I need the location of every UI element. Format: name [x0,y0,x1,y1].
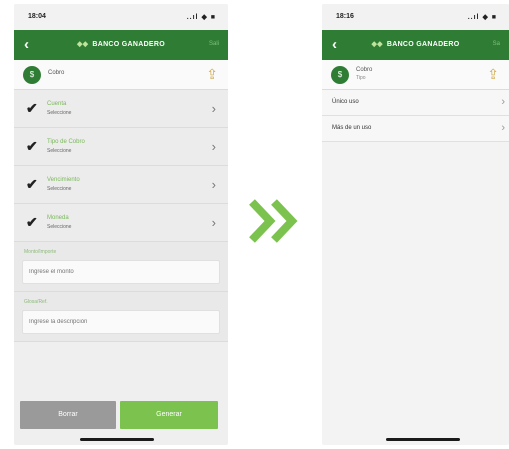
section-title: Cobro [356,67,373,73]
row-label: Cuenta [47,101,67,107]
logo-text: BANCO GANADERO [92,41,166,48]
row-label: Vencimiento [47,177,80,183]
chevron-right-icon: › [211,177,216,192]
clear-button[interactable]: Borrar [20,401,116,429]
row-value: Seleccione [47,186,72,192]
section-header: $ Cobro ⇪ [14,60,228,90]
check-icon: ✔ [26,176,38,192]
chevron-right-icon: › [211,139,216,154]
select-row-vencimiento[interactable]: ✔ Vencimiento Seleccione › [14,166,228,204]
status-time: 18:04 [28,13,46,20]
row-label: Moneda [47,215,69,221]
section-header: $ Cobro Tipo ⇪ [322,60,509,90]
generate-button[interactable]: Generar [120,401,218,429]
chevron-right-icon: › [211,215,216,230]
home-indicator[interactable] [386,438,460,441]
option-unico-uso[interactable]: Único uso › [322,90,509,116]
chevron-right-icon: › [501,96,505,108]
status-bar: 18:04 ..ıl ◆ ■ [14,4,228,30]
check-icon: ✔ [26,138,38,154]
description-input[interactable] [22,310,220,334]
select-row-cuenta[interactable]: ✔ Cuenta Seleccione › [14,90,228,128]
description-section: Glosa/Ref. [14,292,228,342]
select-row-moneda[interactable]: ✔ Moneda Seleccione › [14,204,228,242]
option-label: Único uso [332,99,359,105]
chevron-right-icon: › [211,101,216,116]
select-row-tipo-cobro[interactable]: ✔ Tipo de Cobro Seleccione › [14,128,228,166]
row-label: Tipo de Cobro [47,139,85,145]
amount-label: Monto/Importe [24,249,57,255]
section-title: Cobro [48,70,65,76]
option-label: Más de un uso [332,125,372,131]
chevron-right-icon: › [501,122,505,134]
status-icons: ..ıl ◆ ■ [186,14,216,21]
amount-section: Monto/Importe [14,242,228,292]
status-time: 18:16 [336,13,354,20]
status-icons: ..ıl ◆ ■ [467,14,497,21]
row-value: Seleccione [47,148,72,154]
exit-link[interactable]: Sali [209,41,219,47]
phone-screen-cobro-form: 18:04 ..ıl ◆ ■ ‹ ◆◆ BANCO GANADERO Sali $… [14,4,228,445]
amount-input[interactable] [22,260,220,284]
description-label: Glosa/Ref. [24,299,48,305]
share-icon[interactable]: ⇪ [487,66,499,83]
option-mas-de-un-uso[interactable]: Más de un uso › [322,116,509,142]
check-icon: ✔ [26,100,38,116]
share-icon[interactable]: ⇪ [206,66,218,83]
row-value: Seleccione [47,110,72,116]
bank-logo: ◆◆ BANCO GANADERO [322,40,509,48]
check-icon: ✔ [26,214,38,230]
row-value: Seleccione [47,224,72,230]
phone-screen-tipo-select: 18:16 ..ıl ◆ ■ ‹ ◆◆ BANCO GANADERO Sa $ C… [322,4,509,445]
status-bar: 18:16 ..ıl ◆ ■ [322,4,509,30]
logo-mark-icon: ◆◆ [76,41,89,48]
comparison-stage: 18:04 ..ıl ◆ ■ ‹ ◆◆ BANCO GANADERO Sali $… [0,0,509,449]
nav-bar: ‹ ◆◆ BANCO GANADERO Sa [322,30,509,60]
logo-mark-icon: ◆◆ [371,41,383,48]
cobro-avatar-icon: $ [331,66,349,84]
cobro-avatar-icon: $ [23,66,41,84]
home-indicator[interactable] [80,438,154,441]
exit-link[interactable]: Sa [493,41,500,47]
nav-bar: ‹ ◆◆ BANCO GANADERO Sali [14,30,228,60]
bank-logo: ◆◆ BANCO GANADERO [14,40,228,48]
double-chevron-right-icon [249,199,298,243]
section-subtitle: Tipo [356,75,366,81]
logo-text: BANCO GANADERO [386,41,460,48]
